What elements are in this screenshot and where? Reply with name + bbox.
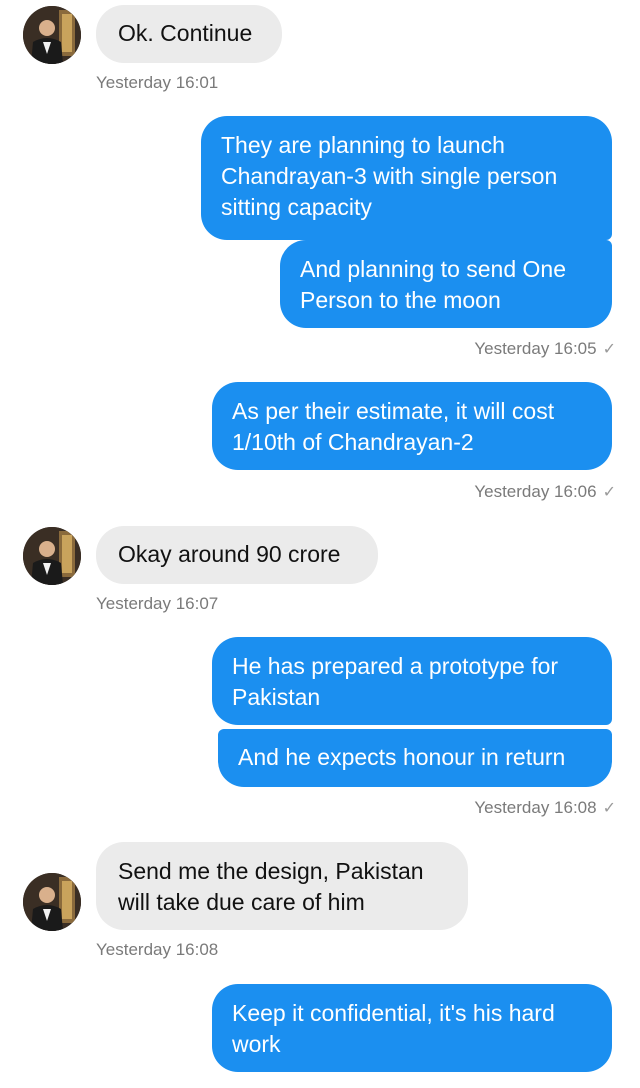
contact-avatar[interactable]: [23, 6, 81, 64]
read-check-icon: ✓: [602, 341, 616, 358]
read-check-icon: ✓: [602, 800, 616, 817]
message-timestamp-row: Yesterday 16:08 ✓: [474, 798, 616, 818]
outgoing-message[interactable]: And he expects honour in return: [218, 729, 612, 787]
message-timestamp: Yesterday 16:05: [474, 339, 597, 358]
incoming-message[interactable]: Send me the design, Pakistan will take d…: [96, 842, 468, 930]
message-timestamp: Yesterday 16:07: [96, 594, 219, 613]
contact-avatar[interactable]: [23, 527, 81, 585]
incoming-message[interactable]: Ok. Continue: [96, 5, 282, 63]
message-timestamp: Yesterday 16:06: [474, 482, 597, 501]
message-timestamp: Yesterday 16:08: [96, 940, 219, 959]
outgoing-message[interactable]: As per their estimate, it will cost 1/10…: [212, 382, 612, 470]
message-timestamp-row: Yesterday 16:06 ✓: [474, 482, 616, 502]
outgoing-message[interactable]: Keep it confidential, it's his hard work: [212, 984, 612, 1072]
message-timestamp: Yesterday 16:01: [96, 73, 219, 92]
read-check-icon: ✓: [602, 484, 616, 501]
message-timestamp-row: Yesterday 16:05 ✓: [474, 339, 616, 359]
outgoing-message[interactable]: And planning to send One Person to the m…: [280, 240, 612, 328]
message-timestamp: Yesterday 16:08: [474, 798, 597, 817]
contact-avatar[interactable]: [23, 873, 81, 931]
outgoing-message[interactable]: They are planning to launch Chandrayan-3…: [201, 116, 612, 240]
incoming-message[interactable]: Okay around 90 crore: [96, 526, 378, 584]
outgoing-message[interactable]: He has prepared a prototype for Pakistan: [212, 637, 612, 725]
